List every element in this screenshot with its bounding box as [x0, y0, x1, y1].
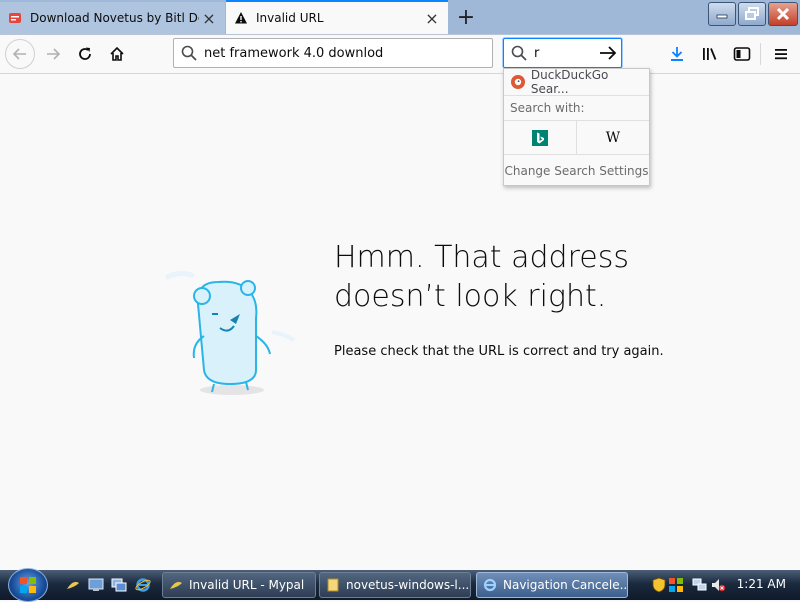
- error-mascot-illustration: [160, 262, 300, 406]
- error-title-line-1: Hmm. That address: [334, 240, 629, 275]
- search-with-label: Search with:: [504, 96, 649, 121]
- url-input[interactable]: net framework 4.0 downlod: [204, 46, 383, 61]
- search-icon: [174, 45, 204, 61]
- folder-icon: [326, 578, 340, 592]
- menu-button[interactable]: [766, 39, 796, 69]
- search-icon: [504, 45, 534, 61]
- library-icon: [703, 48, 717, 60]
- wikipedia-icon: W: [605, 129, 621, 146]
- forward-button[interactable]: [38, 39, 68, 69]
- duckduckgo-icon: [511, 75, 525, 89]
- taskbar-item-label: novetus-windows-l...: [346, 578, 470, 592]
- error-title: Hmm. That address doesn’t look right.: [334, 238, 734, 316]
- switch-windows-icon[interactable]: [110, 576, 128, 594]
- internet-explorer-icon: [483, 578, 497, 592]
- taskbar-item-navigation-canceled[interactable]: Navigation Cancele...: [476, 572, 628, 598]
- volume-muted-icon[interactable]: [710, 577, 726, 597]
- window-controls: [708, 2, 798, 26]
- search-go-arrow-icon[interactable]: [595, 46, 621, 60]
- sidebar-button[interactable]: [727, 39, 757, 69]
- search-suggestions-popup: DuckDuckGo Sear... Search with: W Change…: [503, 68, 650, 186]
- close-tab-icon[interactable]: ×: [422, 8, 442, 28]
- restore-icon: [745, 7, 759, 20]
- forward-arrow-icon: [47, 48, 61, 60]
- warning-icon: [234, 11, 248, 25]
- search-engine-bing[interactable]: [504, 121, 576, 154]
- windows-taskbar: Invalid URL - Mypal novetus-windows-l...…: [0, 568, 800, 602]
- windows-logo-icon: [20, 577, 36, 593]
- search-suggestion-duckduckgo[interactable]: DuckDuckGo Sear...: [504, 68, 649, 96]
- taskbar-item-label: Navigation Cancele...: [503, 578, 627, 592]
- library-button[interactable]: [695, 39, 725, 69]
- home-icon: [110, 46, 124, 61]
- search-engine-list: W: [504, 121, 649, 155]
- minimize-icon: [716, 14, 728, 19]
- close-tab-icon[interactable]: ×: [199, 8, 219, 28]
- suggestion-label: DuckDuckGo Sear...: [530, 68, 609, 96]
- start-button[interactable]: [8, 568, 48, 602]
- tab-invalid-url[interactable]: Invalid URL ×: [226, 0, 448, 34]
- downloads-button[interactable]: [662, 39, 692, 69]
- change-search-settings-button[interactable]: Change Search Settings: [504, 155, 649, 187]
- restore-button[interactable]: [738, 2, 766, 26]
- sidebar-icon: [733, 47, 751, 61]
- windows-flag-tray-icon[interactable]: [668, 577, 684, 597]
- close-window-button[interactable]: [768, 2, 798, 26]
- site-favicon-icon: [8, 11, 22, 25]
- search-bar[interactable]: r: [503, 38, 622, 68]
- search-input[interactable]: r: [534, 46, 595, 61]
- tab-strip: Download Novetus by Bitl Deve × Invalid …: [0, 0, 800, 35]
- minimize-button[interactable]: [708, 2, 736, 26]
- home-button[interactable]: [102, 39, 132, 69]
- mypal-quicklaunch-icon[interactable]: [64, 576, 82, 594]
- toolbar-divider: [760, 43, 761, 65]
- tab-title: Download Novetus by Bitl Deve: [30, 11, 199, 25]
- hamburger-menu-icon: [775, 49, 787, 60]
- error-description: Please check that the URL is correct and…: [334, 344, 664, 359]
- bing-icon: [532, 129, 548, 146]
- navigation-toolbar: net framework 4.0 downlod r: [0, 35, 800, 74]
- back-button[interactable]: [5, 39, 35, 69]
- security-shield-icon[interactable]: [652, 577, 666, 597]
- error-title-line-2: doesn’t look right.: [334, 279, 607, 314]
- url-bar[interactable]: net framework 4.0 downlod: [173, 38, 493, 68]
- close-icon: [776, 7, 790, 21]
- reload-button[interactable]: [70, 39, 100, 69]
- new-tab-button[interactable]: +: [452, 4, 480, 30]
- taskbar-clock[interactable]: 1:21 AM: [737, 577, 786, 591]
- search-engine-wikipedia[interactable]: W: [576, 121, 649, 154]
- mypal-icon: [169, 578, 183, 592]
- taskbar-item-label: Invalid URL - Mypal: [189, 578, 305, 592]
- download-icon: [671, 47, 683, 61]
- back-arrow-icon: [12, 48, 26, 60]
- network-icon[interactable]: [692, 577, 708, 597]
- tab-title: Invalid URL: [256, 11, 324, 25]
- tab-download-novetus[interactable]: Download Novetus by Bitl Deve ×: [0, 2, 225, 34]
- taskbar-item-mypal[interactable]: Invalid URL - Mypal: [162, 572, 316, 598]
- internet-explorer-icon[interactable]: [134, 576, 152, 594]
- reload-icon: [79, 47, 91, 60]
- show-desktop-icon[interactable]: [87, 576, 105, 594]
- taskbar-item-novetus-folder[interactable]: novetus-windows-l...: [319, 572, 471, 598]
